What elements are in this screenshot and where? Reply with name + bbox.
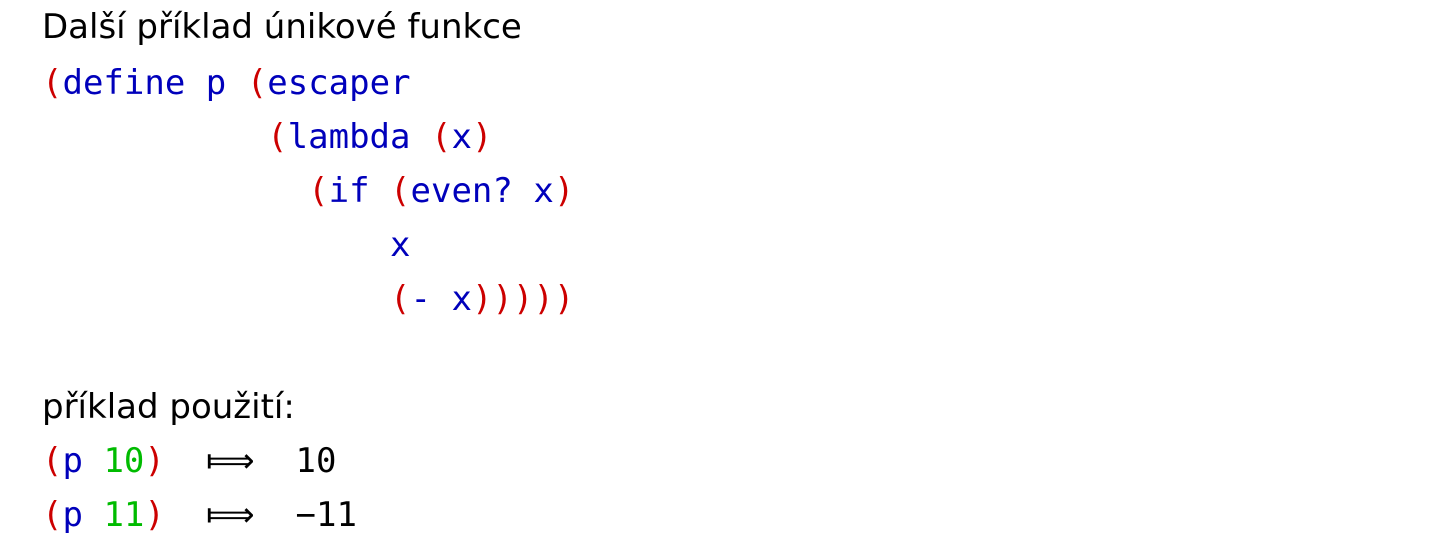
code-line-4: x	[42, 228, 410, 262]
function-name: p	[62, 441, 83, 481]
paren: (	[42, 495, 63, 535]
page-title: Další příklad únikové funkce	[42, 7, 522, 47]
paren: (	[430, 117, 452, 157]
keyword-define: define	[62, 63, 186, 103]
argument: x	[451, 279, 472, 319]
paren: (	[308, 171, 329, 211]
parameter: x	[451, 117, 472, 157]
paren: (	[246, 63, 268, 103]
paren: )	[471, 117, 493, 157]
number-argument: 10	[103, 441, 145, 481]
code-line-5: (- x)))))	[42, 282, 574, 316]
paren: (	[42, 441, 63, 481]
code-line-3: (if (even? x)	[42, 174, 574, 208]
number-argument: 11	[103, 495, 145, 535]
evaluates-to-arrow-icon: ⟾	[205, 441, 255, 481]
evaluates-to-arrow-icon: ⟾	[205, 495, 255, 535]
paren: (	[390, 171, 411, 211]
code-line-2: (lambda (x)	[42, 120, 492, 154]
paren: (	[42, 63, 63, 103]
paren: )	[553, 171, 575, 211]
paren: )	[144, 495, 165, 535]
code-line-1: (define p (escaper	[42, 66, 411, 100]
keyword-escaper: escaper	[267, 63, 411, 103]
keyword-lambda: lambda	[287, 117, 411, 157]
return-value: x	[390, 225, 411, 265]
example-row: (p 10) ⟾ 10	[42, 444, 337, 478]
paren: (	[390, 279, 411, 319]
function-name: p	[62, 495, 83, 535]
paren: (	[267, 117, 288, 157]
predicate: even?	[410, 171, 513, 211]
argument: x	[533, 171, 554, 211]
slide: Další příklad únikové funkce (define p (…	[0, 0, 1435, 555]
function-name: p	[205, 63, 227, 103]
example-row: (p 11) ⟾ −11	[42, 498, 357, 532]
keyword-if: if	[328, 171, 370, 211]
usage-heading: příklad použití:	[42, 387, 295, 427]
result-value: −11	[295, 495, 357, 535]
paren: )))))	[471, 279, 575, 319]
result-value: 10	[295, 441, 337, 481]
operator: -	[410, 279, 431, 319]
paren: )	[144, 441, 165, 481]
